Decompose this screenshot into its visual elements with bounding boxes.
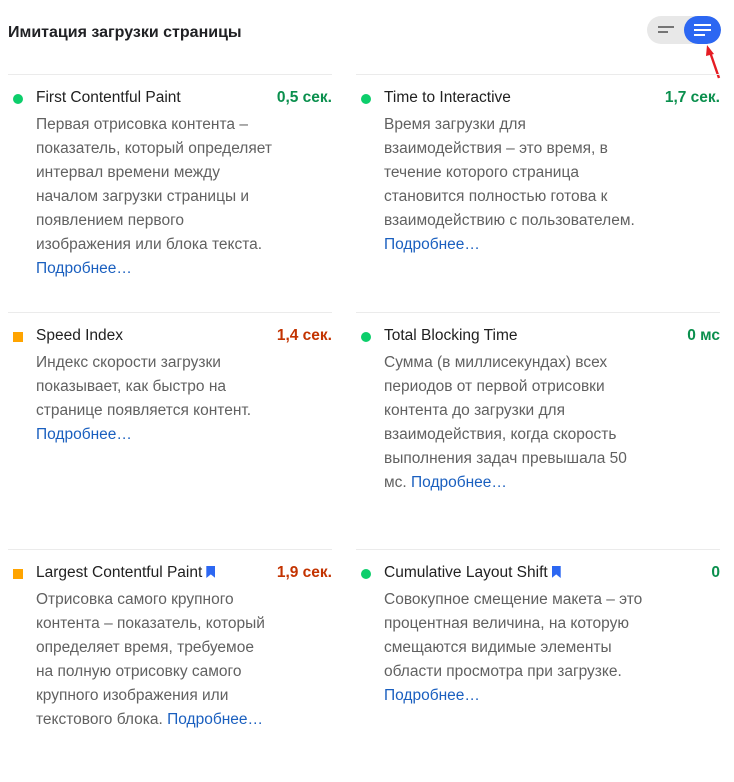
metric-value: 0 мс	[687, 327, 720, 344]
metric-value: 1,7 сек.	[664, 89, 720, 106]
metric-value: 0	[711, 564, 720, 581]
metric-title: Time to Interactive	[384, 89, 511, 106]
metric-description: Сумма (в миллисекундах) всех периодов от…	[384, 351, 640, 495]
metric-description-text: Первая отрисовка контента – показатель, …	[36, 116, 272, 253]
metric-largest-contentful-paint: Largest Contentful Paint 1,9 сек. Отрисо…	[8, 549, 332, 775]
pass-status-icon	[361, 569, 371, 579]
compact-view-button[interactable]	[647, 16, 684, 44]
metric-title: First Contentful Paint	[36, 89, 181, 106]
metric-description: Отрисовка самого крупного контента – пок…	[36, 588, 268, 732]
metric-title-text: Largest Contentful Paint	[36, 564, 203, 581]
list-expanded-icon	[694, 24, 711, 39]
expanded-view-button[interactable]	[684, 16, 721, 44]
pass-status-icon	[361, 94, 371, 104]
metric-value: 1,4 сек.	[276, 327, 332, 344]
metric-description: Совокупное смещение макета – это процент…	[384, 588, 646, 708]
learn-more-link[interactable]: Подробнее…	[36, 426, 132, 443]
pass-status-icon	[361, 332, 371, 342]
view-toggle[interactable]	[647, 16, 721, 44]
metric-title: Largest Contentful Paint	[36, 564, 216, 582]
pass-status-icon	[13, 94, 23, 104]
metric-description-text: Сумма (в миллисекундах) всех периодов от…	[384, 354, 627, 491]
metric-total-blocking-time: Total Blocking Time 0 мс Сумма (в миллис…	[356, 312, 720, 549]
metric-title: Cumulative Layout Shift	[384, 564, 561, 582]
metric-description: Индекс скорости загрузки показывает, как…	[36, 351, 252, 447]
metric-speed-index: Speed Index 1,4 сек. Индекс скорости заг…	[8, 312, 332, 549]
learn-more-link[interactable]: Подробнее…	[384, 687, 480, 704]
metric-description: Первая отрисовка контента – показатель, …	[36, 113, 276, 281]
metric-time-to-interactive: Time to Interactive 1,7 сек. Время загру…	[356, 74, 720, 313]
metric-description-text: Отрисовка самого крупного контента – пок…	[36, 591, 265, 728]
metric-value: 0,5 сек.	[276, 89, 332, 106]
metric-title: Speed Index	[36, 327, 124, 344]
average-status-icon	[13, 569, 23, 579]
page-title: Имитация загрузки страницы	[8, 24, 242, 41]
bookmark-icon	[551, 566, 561, 578]
metric-first-contentful-paint: First Contentful Paint 0,5 сек. Первая о…	[8, 74, 332, 313]
metric-description: Время загрузки для взаимодействия – это …	[384, 113, 636, 257]
learn-more-link[interactable]: Подробнее…	[411, 474, 507, 491]
metric-cumulative-layout-shift: Cumulative Layout Shift 0 Совокупное сме…	[356, 549, 720, 775]
learn-more-link[interactable]: Подробнее…	[36, 260, 132, 277]
learn-more-link[interactable]: Подробнее…	[384, 236, 480, 253]
average-status-icon	[13, 332, 23, 342]
list-compact-icon	[658, 26, 674, 36]
metric-description-text: Индекс скорости загрузки показывает, как…	[36, 354, 252, 419]
metric-description-text: Совокупное смещение макета – это процент…	[384, 591, 643, 680]
metric-description-text: Время загрузки для взаимодействия – это …	[384, 116, 635, 229]
bookmark-icon	[206, 566, 216, 578]
learn-more-link[interactable]: Подробнее…	[167, 711, 263, 728]
metric-value: 1,9 сек.	[276, 564, 332, 581]
metric-title: Total Blocking Time	[384, 327, 518, 344]
metric-title-text: Cumulative Layout Shift	[384, 564, 548, 581]
